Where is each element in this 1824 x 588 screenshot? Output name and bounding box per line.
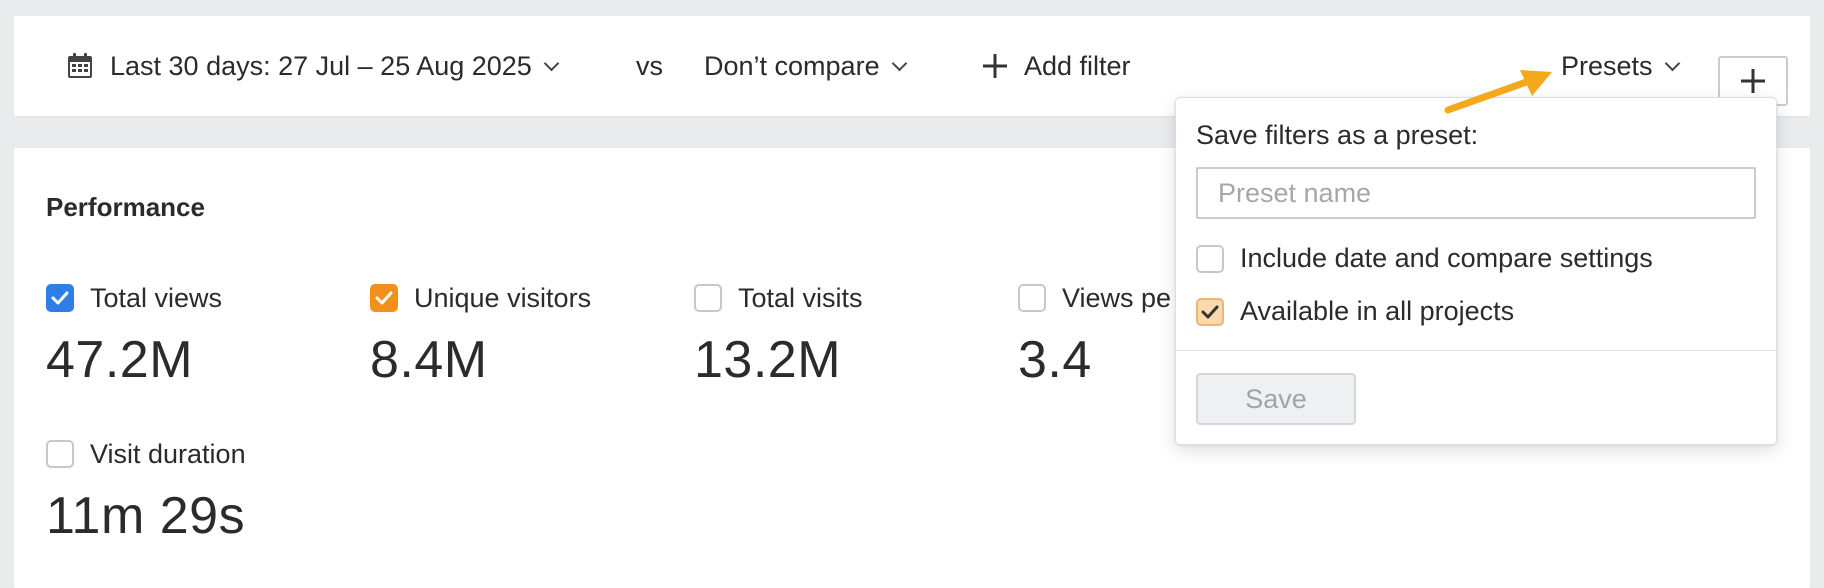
save-preset-button[interactable]: Save xyxy=(1196,373,1356,425)
section-title: Performance xyxy=(46,192,205,222)
date-range-picker[interactable]: Last 30 days: 27 Jul – 25 Aug 2025 xyxy=(66,16,560,116)
compare-dropdown[interactable]: Don’t compare xyxy=(704,16,907,116)
metric-value: 8.4M xyxy=(370,331,488,389)
metric-visit-duration: Visit duration 11m 29s xyxy=(46,436,366,546)
chevron-down-icon xyxy=(543,55,560,71)
metric-checkbox[interactable] xyxy=(694,284,722,312)
metric-value: 11m 29s xyxy=(46,487,246,545)
divider xyxy=(1176,350,1776,351)
vs-label: vs xyxy=(636,50,663,81)
add-filter-button[interactable]: Add filter xyxy=(982,16,1131,116)
metric-label: Total views xyxy=(90,282,223,313)
compare-label: Don’t compare xyxy=(704,50,880,81)
chevron-down-icon xyxy=(891,55,907,71)
metric-label: Visit duration xyxy=(90,438,246,469)
calendar-icon xyxy=(66,52,94,80)
metric-checkbox[interactable] xyxy=(370,284,398,312)
metric-checkbox[interactable] xyxy=(46,440,74,468)
metric-value: 13.2M xyxy=(694,331,842,389)
presets-dropdown: Save filters as a preset: Include date a… xyxy=(1175,97,1777,445)
presets-label: Presets xyxy=(1561,50,1653,81)
option-label: Available in all projects xyxy=(1240,296,1515,326)
metric-label: Total visits xyxy=(738,282,863,313)
metric-checkbox[interactable] xyxy=(46,284,74,312)
chevron-down-icon xyxy=(1664,55,1680,71)
available-all-projects-option[interactable]: Available in all projects xyxy=(1196,296,1514,327)
metric-label: Unique visitors xyxy=(414,282,592,313)
add-filter-label: Add filter xyxy=(1024,50,1131,81)
plus-icon xyxy=(1740,68,1766,94)
metric-value: 47.2M xyxy=(46,331,194,389)
metric-unique-visitors: Unique visitors 8.4M xyxy=(370,280,690,390)
annotation-arrow-icon xyxy=(1444,70,1552,114)
metric-label: Views pe xyxy=(1062,282,1172,313)
include-date-compare-option[interactable]: Include date and compare settings xyxy=(1196,243,1653,274)
date-range-label: Last 30 days: 27 Jul – 25 Aug 2025 xyxy=(110,50,532,81)
preset-name-input[interactable] xyxy=(1196,167,1756,219)
option-label: Include date and compare settings xyxy=(1240,243,1653,273)
include-date-compare-checkbox[interactable] xyxy=(1196,244,1224,273)
available-all-projects-checkbox[interactable] xyxy=(1196,297,1224,326)
metric-checkbox[interactable] xyxy=(1018,284,1046,312)
plus-icon xyxy=(982,53,1008,79)
metric-total-visits: Total visits 13.2M xyxy=(694,280,1014,390)
metric-total-views: Total views 47.2M xyxy=(46,280,366,390)
presets-dropdown-title: Save filters as a preset: xyxy=(1196,120,1479,150)
